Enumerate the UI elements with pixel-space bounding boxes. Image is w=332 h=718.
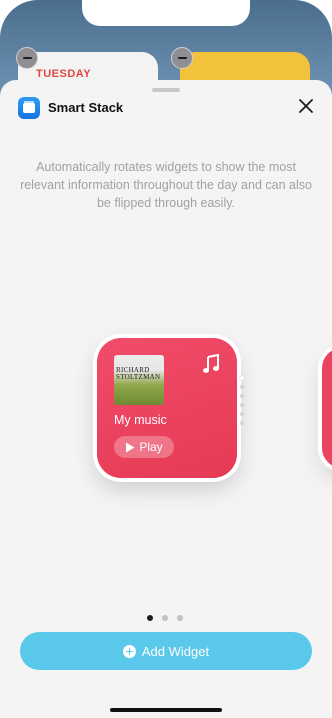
close-icon (299, 99, 313, 113)
close-button[interactable] (296, 96, 316, 116)
page-dot[interactable] (162, 615, 168, 621)
sheet-description: Automatically rotates widgets to show th… (20, 160, 312, 210)
stack-dot (240, 412, 244, 416)
play-label: Play (139, 440, 163, 454)
stack-dot (240, 394, 244, 398)
stack-dot (240, 421, 244, 425)
stack-dot (240, 376, 244, 380)
sheet-title: Smart Stack (48, 100, 124, 115)
next-widget-preview[interactable] (322, 348, 332, 468)
page-dot[interactable] (147, 615, 153, 621)
remove-widget-icon[interactable] (171, 47, 193, 69)
widget-label: My music (114, 413, 167, 427)
page-indicator[interactable] (147, 615, 183, 621)
page-dot[interactable] (177, 615, 183, 621)
stack-dot (240, 403, 244, 407)
play-button[interactable]: Play (114, 436, 174, 458)
stack-indicator (240, 376, 244, 430)
stack-dot (240, 385, 244, 389)
album-title: RICHARD STOLTZMAN (116, 366, 161, 381)
notch (82, 0, 250, 26)
album-art: RICHARD STOLTZMAN (114, 355, 164, 405)
remove-widget-icon[interactable] (16, 47, 38, 69)
music-note-icon (203, 354, 219, 373)
add-widget-button[interactable]: Add Widget (20, 632, 312, 670)
calendar-day-label: TUESDAY (36, 68, 92, 80)
smart-stack-icon (18, 97, 40, 119)
music-widget-preview[interactable]: RICHARD STOLTZMAN My music Play (97, 338, 237, 478)
play-icon (126, 442, 135, 452)
plus-icon (122, 644, 136, 658)
add-widget-label: Add Widget (141, 643, 210, 659)
home-indicator[interactable] (110, 708, 222, 712)
sheet-grabber[interactable] (152, 88, 180, 92)
widget-sheet: Smart Stack Automatically rotates widget… (0, 80, 332, 718)
